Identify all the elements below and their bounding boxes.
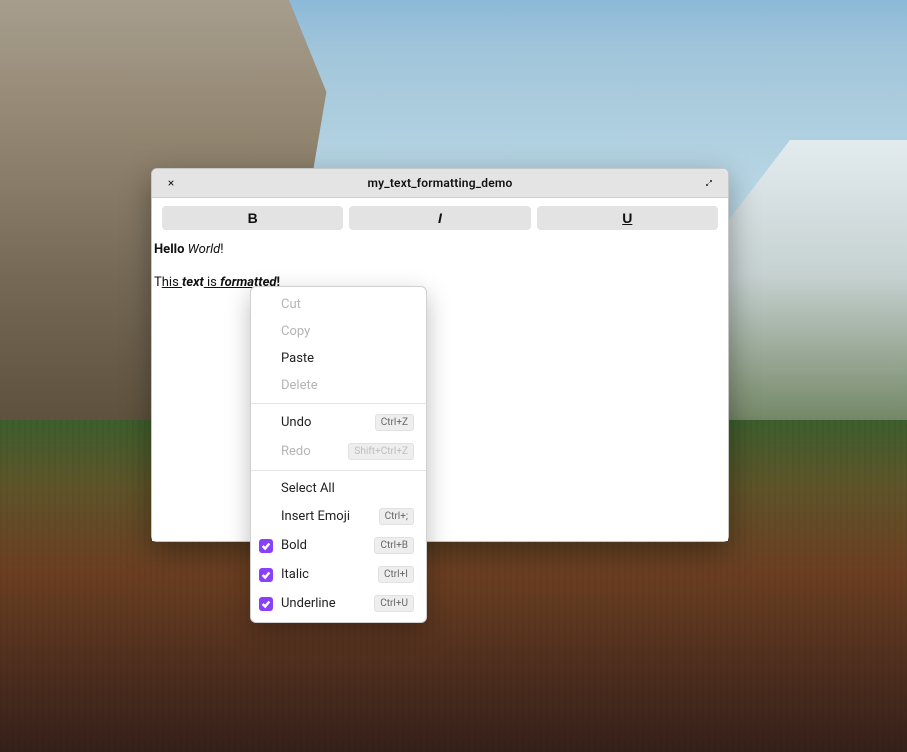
menu-item-label: Select All <box>281 481 414 496</box>
underline-button-label: U <box>622 210 632 226</box>
text-run: T <box>154 275 162 290</box>
menu-item-label: Paste <box>281 351 414 366</box>
text-run: is <box>204 275 220 290</box>
menu-item-accelerator: Shift+Ctrl+Z <box>348 443 414 460</box>
menu-separator <box>251 470 426 471</box>
menu-item-label: Delete <box>281 378 414 393</box>
menu-item-accelerator: Ctrl+B <box>374 537 414 554</box>
editor-line-1: Hello World! <box>154 242 726 257</box>
check-icon <box>259 568 273 582</box>
expand-icon <box>706 177 712 189</box>
menu-item-paste[interactable]: Paste <box>251 345 426 372</box>
text-run: Hello <box>154 242 188 257</box>
menu-item-delete[interactable]: Delete <box>251 372 426 399</box>
desktop: my_text_formatting_demo B I U <box>0 0 907 752</box>
menu-item-label: Italic <box>281 567 370 582</box>
close-icon <box>168 177 174 189</box>
menu-item-undo[interactable]: Undo Ctrl+Z <box>251 408 426 437</box>
menu-item-redo[interactable]: Redo Shift+Ctrl+Z <box>251 437 426 466</box>
menu-item-label: Cut <box>281 297 414 312</box>
menu-item-cut[interactable]: Cut <box>251 291 426 318</box>
titlebar[interactable]: my_text_formatting_demo <box>152 169 728 198</box>
menu-item-select-all[interactable]: Select All <box>251 475 426 502</box>
text-run: his <box>162 275 182 290</box>
menu-item-italic[interactable]: Italic Ctrl+I <box>251 560 426 589</box>
context-menu: Cut Copy Paste Delete Undo Ctrl+Z Redo S… <box>250 286 427 623</box>
menu-separator <box>251 403 426 404</box>
check-icon <box>259 597 273 611</box>
text-run: text <box>182 275 204 290</box>
text-run: ! <box>220 242 223 257</box>
menu-item-label: Undo <box>281 415 367 430</box>
menu-item-copy[interactable]: Copy <box>251 318 426 345</box>
window-title: my_text_formatting_demo <box>152 176 728 190</box>
underline-button[interactable]: U <box>537 206 718 230</box>
check-icon <box>259 539 273 553</box>
italic-button-label: I <box>438 210 442 226</box>
menu-item-label: Bold <box>281 538 366 553</box>
menu-item-underline[interactable]: Underline Ctrl+U <box>251 589 426 618</box>
menu-item-insert-emoji[interactable]: Insert Emoji Ctrl+; <box>251 502 426 531</box>
bold-button[interactable]: B <box>162 206 343 230</box>
menu-item-accelerator: Ctrl+; <box>379 508 414 525</box>
text-run: World <box>188 242 221 257</box>
format-toolbar: B I U <box>152 198 728 236</box>
close-button[interactable] <box>162 169 180 197</box>
menu-item-accelerator: Ctrl+U <box>374 595 414 612</box>
maximize-button[interactable] <box>700 169 718 197</box>
editor-line-2: This text is formatted! <box>154 275 726 290</box>
menu-item-label: Redo <box>281 444 340 459</box>
bold-button-label: B <box>248 210 258 226</box>
text-editor[interactable]: Hello World! This text is formatted! <box>152 236 728 541</box>
menu-item-accelerator: Ctrl+I <box>378 566 414 583</box>
menu-item-accelerator: Ctrl+Z <box>375 414 414 431</box>
italic-button[interactable]: I <box>349 206 530 230</box>
menu-item-bold[interactable]: Bold Ctrl+B <box>251 531 426 560</box>
menu-item-label: Underline <box>281 596 366 611</box>
app-window: my_text_formatting_demo B I U <box>151 168 729 542</box>
menu-item-label: Copy <box>281 324 414 339</box>
menu-item-label: Insert Emoji <box>281 509 371 524</box>
